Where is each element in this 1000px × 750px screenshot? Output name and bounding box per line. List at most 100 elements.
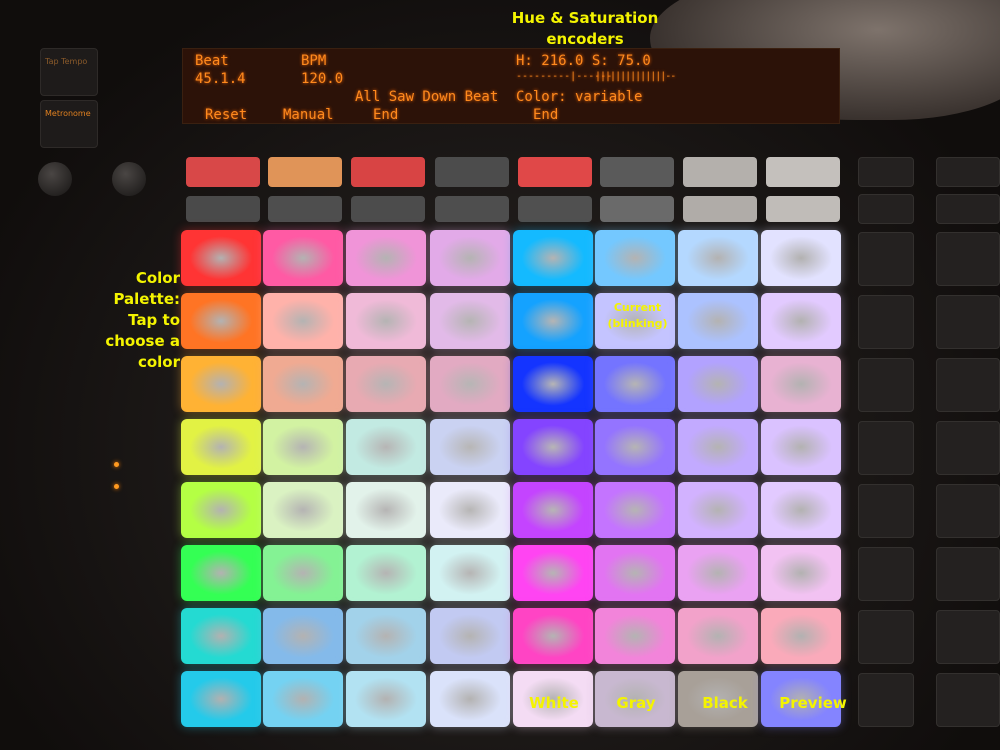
color-pad[interactable]: [263, 671, 343, 727]
color-pad[interactable]: [263, 230, 343, 286]
scene-button[interactable]: [858, 157, 914, 187]
color-pad[interactable]: [346, 230, 426, 286]
color-pad[interactable]: [346, 482, 426, 538]
beat-value: 45.1.4: [195, 71, 246, 87]
side-button[interactable]: [936, 673, 1000, 727]
color-pad[interactable]: [181, 356, 261, 412]
side-button[interactable]: [936, 194, 1000, 224]
color-pad[interactable]: [761, 230, 841, 286]
track-select-button[interactable]: [518, 157, 592, 187]
color-pad[interactable]: [595, 608, 675, 664]
color-pad[interactable]: [513, 482, 593, 538]
track-state-button[interactable]: [435, 196, 509, 222]
color-pad[interactable]: [761, 356, 841, 412]
color-pad[interactable]: [513, 356, 593, 412]
side-button[interactable]: [936, 358, 1000, 412]
color-pad[interactable]: [181, 293, 261, 349]
color-pad[interactable]: [430, 293, 510, 349]
color-pad[interactable]: [263, 545, 343, 601]
color-pad[interactable]: [430, 482, 510, 538]
track-select-button[interactable]: [683, 157, 757, 187]
track-state-button[interactable]: [683, 196, 757, 222]
color-pad[interactable]: [761, 545, 841, 601]
track-select-button[interactable]: [351, 157, 425, 187]
color-pad[interactable]: [346, 293, 426, 349]
scene-button[interactable]: [858, 547, 914, 601]
color-pad[interactable]: [430, 545, 510, 601]
color-pad[interactable]: [513, 293, 593, 349]
scene-button[interactable]: [858, 484, 914, 538]
side-button[interactable]: [936, 547, 1000, 601]
color-pad[interactable]: [678, 293, 758, 349]
color-pad[interactable]: [678, 545, 758, 601]
color-pad[interactable]: [263, 608, 343, 664]
side-button[interactable]: [936, 484, 1000, 538]
side-button[interactable]: [936, 421, 1000, 475]
track-select-button[interactable]: [435, 157, 509, 187]
scene-button[interactable]: [858, 194, 914, 224]
tap-tempo-button[interactable]: Tap Tempo: [40, 48, 98, 96]
scene-button[interactable]: [858, 610, 914, 664]
color-pad[interactable]: [513, 230, 593, 286]
side-button[interactable]: [936, 232, 1000, 286]
color-pad[interactable]: [595, 419, 675, 475]
knob[interactable]: [38, 162, 72, 196]
color-pad[interactable]: [761, 608, 841, 664]
color-pad[interactable]: [263, 482, 343, 538]
color-pad[interactable]: [513, 608, 593, 664]
scene-button[interactable]: [858, 358, 914, 412]
color-pad[interactable]: [761, 482, 841, 538]
color-pad[interactable]: [430, 356, 510, 412]
color-pad[interactable]: [181, 419, 261, 475]
track-state-button[interactable]: [268, 196, 342, 222]
color-pad[interactable]: [678, 230, 758, 286]
metronome-button[interactable]: Metronome: [40, 100, 98, 148]
color-pad[interactable]: [430, 419, 510, 475]
color-pad[interactable]: [678, 482, 758, 538]
color-pad[interactable]: [346, 356, 426, 412]
color-pad[interactable]: [595, 230, 675, 286]
color-pad[interactable]: [181, 545, 261, 601]
color-pad[interactable]: [430, 230, 510, 286]
side-button[interactable]: [936, 610, 1000, 664]
color-pad[interactable]: [430, 608, 510, 664]
color-pad[interactable]: [678, 608, 758, 664]
scene-button[interactable]: [858, 673, 914, 727]
track-select-button[interactable]: [600, 157, 674, 187]
track-select-button[interactable]: [186, 157, 260, 187]
color-pad[interactable]: [595, 545, 675, 601]
color-pad[interactable]: [263, 419, 343, 475]
color-pad[interactable]: [595, 356, 675, 412]
color-pad[interactable]: [513, 419, 593, 475]
color-pad[interactable]: [595, 482, 675, 538]
color-pad[interactable]: [513, 545, 593, 601]
color-pad[interactable]: [346, 671, 426, 727]
color-pad[interactable]: [346, 608, 426, 664]
color-pad[interactable]: [761, 293, 841, 349]
track-state-button[interactable]: [766, 196, 840, 222]
color-pad[interactable]: [181, 230, 261, 286]
color-pad[interactable]: [346, 545, 426, 601]
track-state-button[interactable]: [518, 196, 592, 222]
track-select-button[interactable]: [268, 157, 342, 187]
color-pad[interactable]: [181, 608, 261, 664]
color-pad[interactable]: [263, 293, 343, 349]
color-pad[interactable]: [181, 671, 261, 727]
scene-button[interactable]: [858, 295, 914, 349]
color-pad[interactable]: [263, 356, 343, 412]
color-pad[interactable]: [430, 671, 510, 727]
scene-button[interactable]: [858, 232, 914, 286]
color-pad[interactable]: [678, 419, 758, 475]
scene-button[interactable]: [858, 421, 914, 475]
color-pad[interactable]: [761, 419, 841, 475]
knob[interactable]: [112, 162, 146, 196]
track-select-button[interactable]: [766, 157, 840, 187]
side-button[interactable]: [936, 157, 1000, 187]
track-state-button[interactable]: [186, 196, 260, 222]
color-pad[interactable]: [678, 356, 758, 412]
track-state-button[interactable]: [600, 196, 674, 222]
track-state-button[interactable]: [351, 196, 425, 222]
side-button[interactable]: [936, 295, 1000, 349]
color-pad[interactable]: [346, 419, 426, 475]
color-pad[interactable]: [181, 482, 261, 538]
